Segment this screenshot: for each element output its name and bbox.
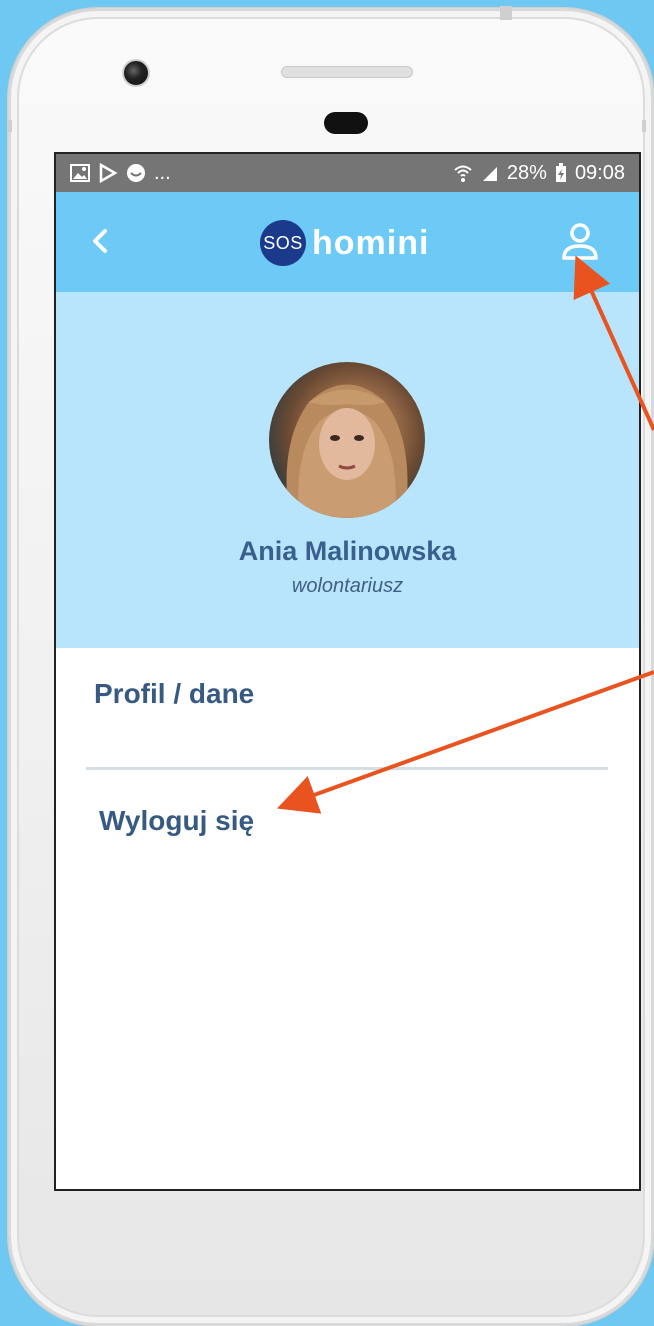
user-name: Ania Malinowska	[238, 536, 457, 566]
proximity-sensor	[324, 112, 368, 134]
battery-icon	[555, 163, 567, 183]
menu-item-profile[interactable]: Profil / dane	[94, 678, 254, 710]
notifications-more: ...	[154, 161, 171, 184]
status-time: 09:08	[574, 161, 625, 184]
smile-icon	[126, 163, 146, 183]
phone-frame: ... 28% 09:08 SOS homini Ania Malinowska…	[8, 8, 654, 1326]
status-right: 28% 09:08	[453, 162, 625, 185]
profile-header: Ania Malinowska wolontariusz	[56, 292, 639, 648]
signal-icon	[481, 164, 499, 182]
user-icon	[562, 223, 598, 260]
menu-divider	[86, 767, 608, 770]
side-button	[8, 120, 12, 132]
battery-percent: 28%	[506, 161, 547, 184]
profile-button[interactable]	[560, 220, 600, 264]
logo-wordmark: homini	[312, 223, 430, 262]
earpiece-speaker	[281, 66, 413, 78]
image-icon	[70, 164, 90, 182]
user-role: wolontariusz	[291, 575, 404, 597]
menu-item-logout[interactable]: Wyloguj się	[99, 805, 254, 837]
avatar	[269, 362, 425, 518]
back-button[interactable]	[84, 224, 118, 258]
front-camera	[122, 59, 150, 87]
side-button	[500, 6, 512, 20]
wifi-icon	[453, 163, 473, 183]
status-bar: ... 28% 09:08	[56, 154, 639, 192]
status-left: ...	[70, 162, 171, 185]
chevron-left-icon	[93, 229, 107, 253]
app-bar: SOS homini	[56, 192, 639, 292]
logo-badge: SOS	[260, 220, 306, 266]
side-button	[642, 120, 646, 132]
app-logo: SOS homini	[260, 220, 429, 266]
play-store-icon	[98, 163, 118, 183]
app-screen: ... 28% 09:08 SOS homini Ania Malinowska…	[54, 152, 641, 1191]
